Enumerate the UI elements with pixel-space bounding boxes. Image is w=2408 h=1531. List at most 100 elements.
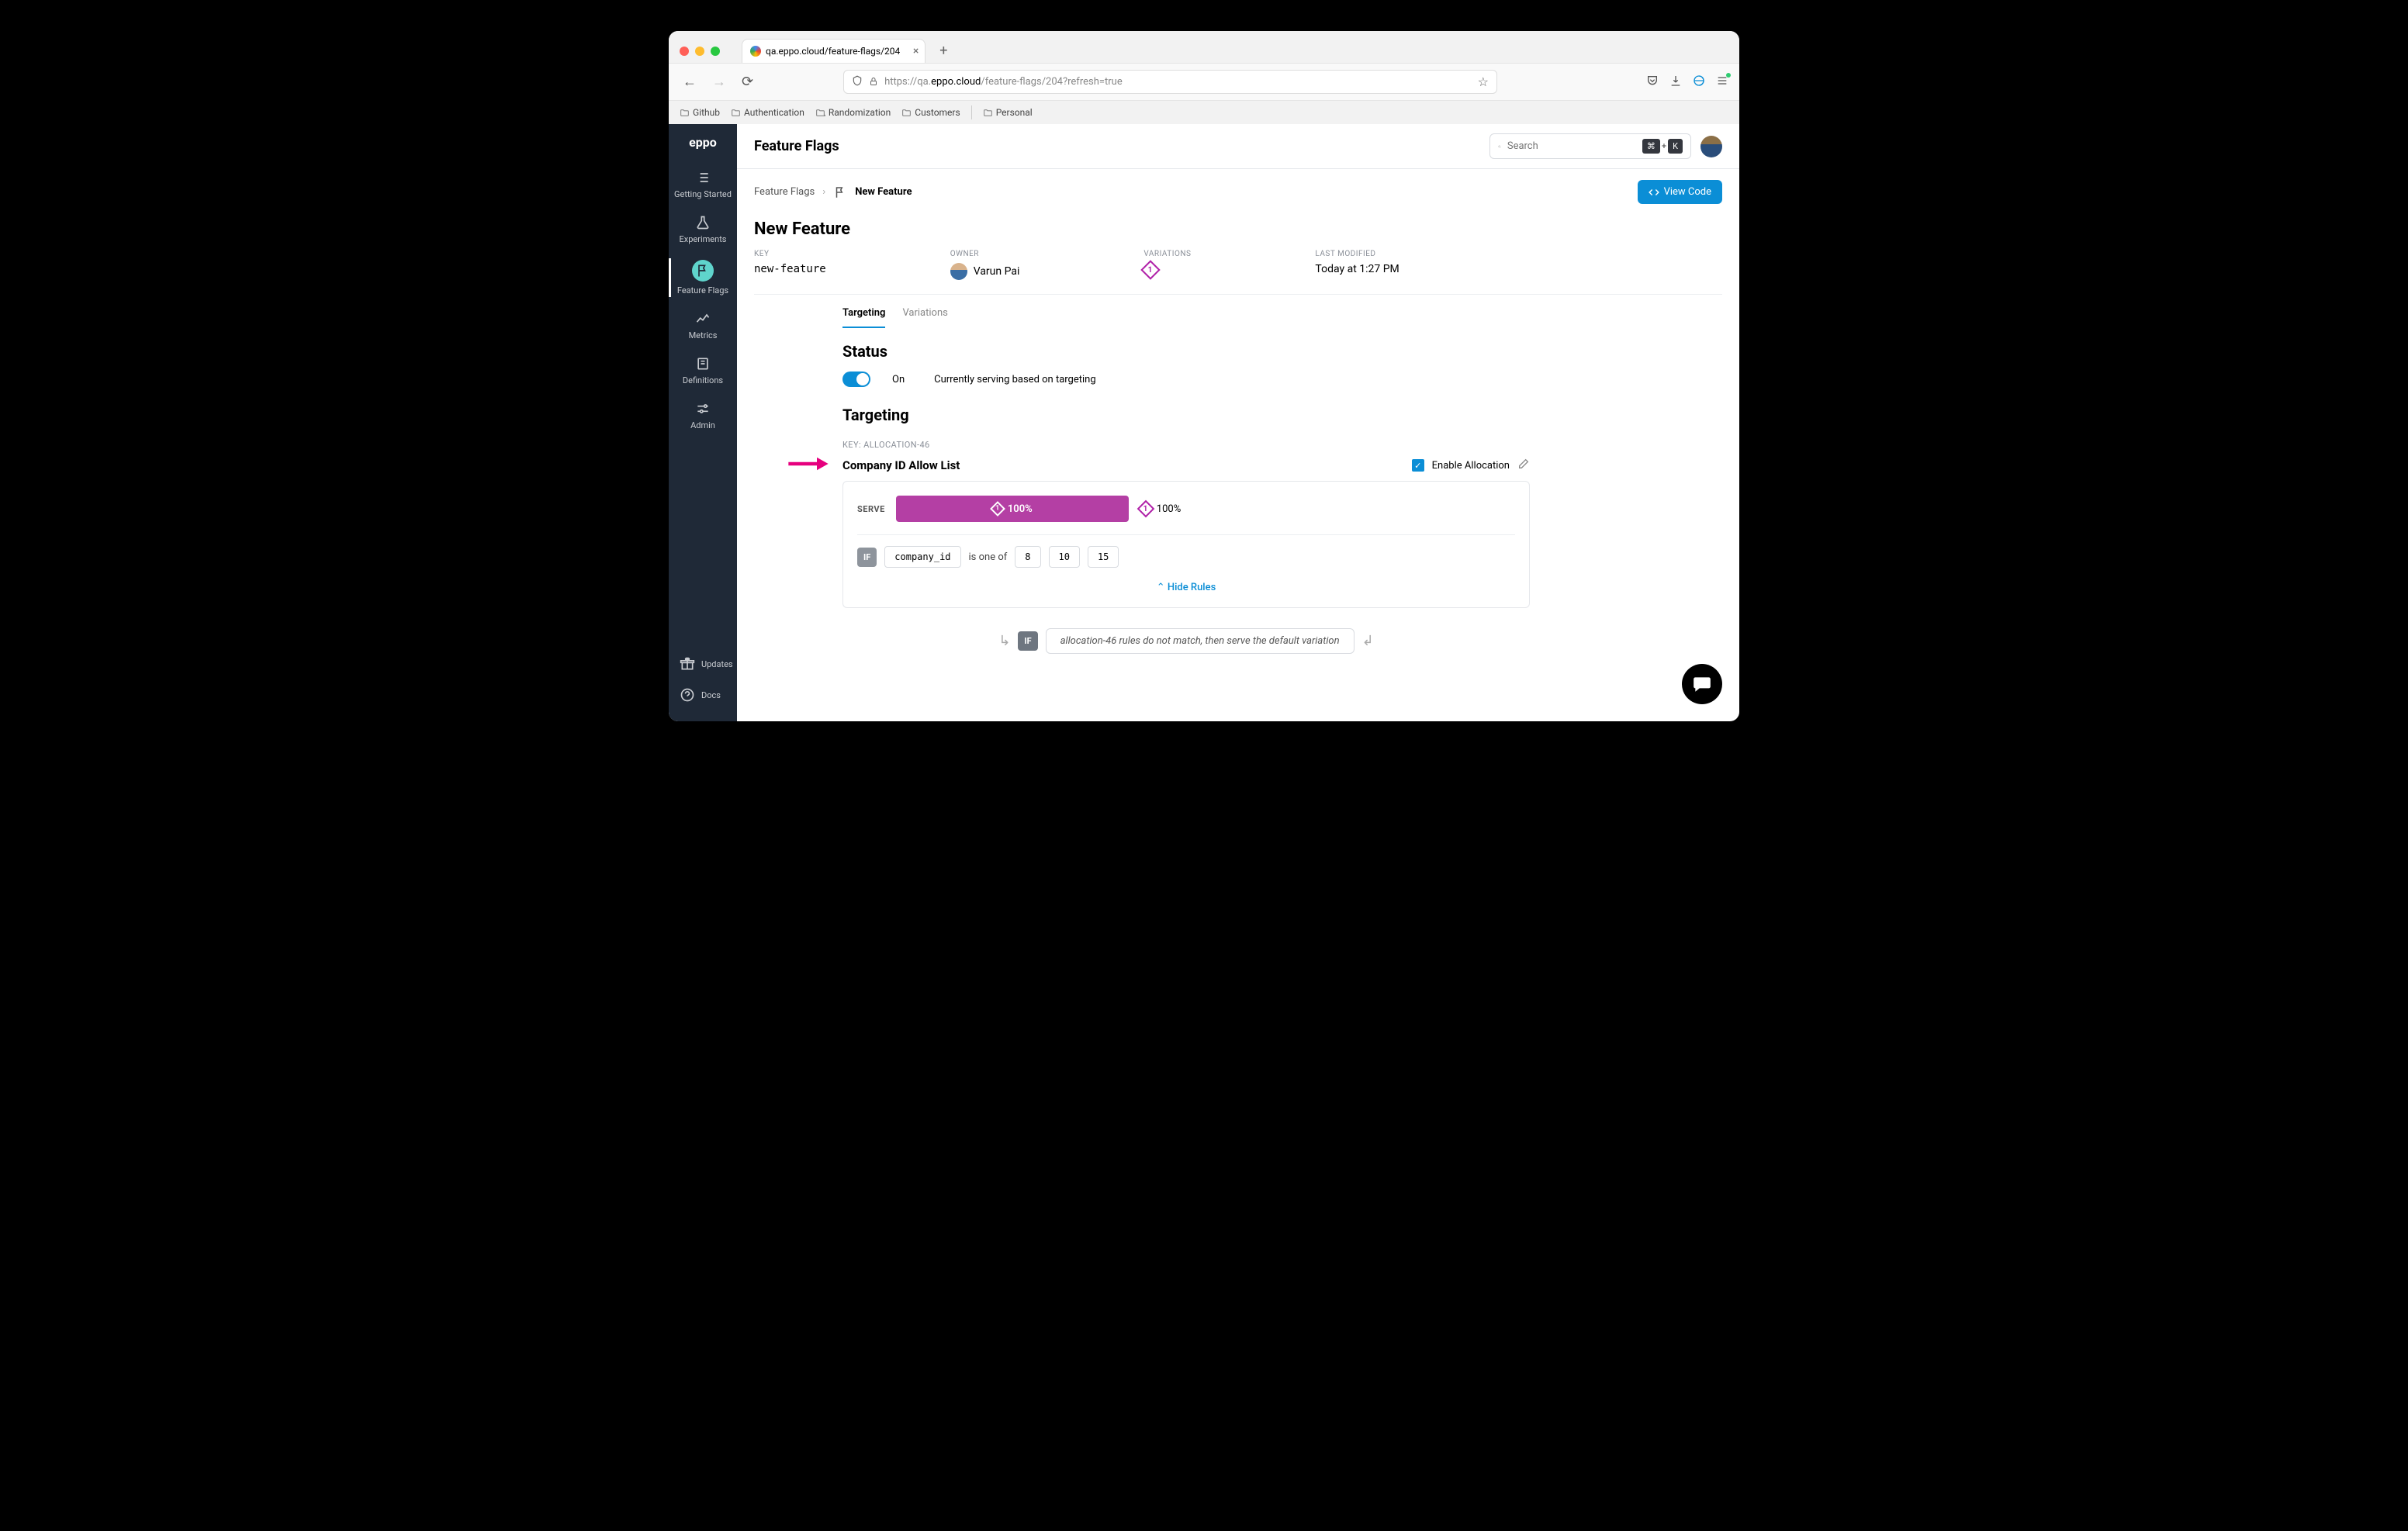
- bookmark-star-icon[interactable]: ☆: [1478, 74, 1489, 89]
- favicon-icon: [750, 46, 761, 57]
- view-code-button[interactable]: View Code: [1638, 180, 1722, 204]
- lock-icon: [869, 74, 878, 89]
- search-input[interactable]: ⌘+K: [1489, 133, 1691, 159]
- tab-variations[interactable]: Variations: [902, 307, 947, 328]
- meta-key-value: new-feature: [754, 263, 826, 275]
- meta-modified-value: Today at 1:27 PM: [1315, 263, 1399, 275]
- rule-value: 10: [1049, 546, 1080, 568]
- sidebar-item-feature-flags[interactable]: Feature Flags: [669, 252, 737, 303]
- forward-button[interactable]: →: [709, 71, 729, 93]
- sidebar: eppo Getting Started Experiments Feature…: [669, 124, 737, 721]
- flag-icon: [692, 260, 714, 282]
- sidebar-item-label: Definitions: [683, 375, 723, 385]
- code-icon: [1649, 187, 1659, 198]
- edit-icon[interactable]: [1517, 458, 1530, 473]
- browser-tab[interactable]: qa.eppo.cloud/feature-flags/204 ×: [742, 39, 925, 63]
- pocket-icon[interactable]: [1646, 74, 1659, 90]
- help-icon: [680, 687, 695, 703]
- close-window[interactable]: [680, 47, 689, 56]
- variation-icon: 1: [990, 501, 1005, 517]
- sliders-icon: [695, 401, 711, 416]
- download-icon[interactable]: [1669, 74, 1682, 90]
- flag-icon: [833, 185, 847, 199]
- sidebar-item-label: Experiments: [680, 234, 727, 244]
- tab-targeting[interactable]: Targeting: [842, 307, 885, 328]
- sidebar-item-label: Getting Started: [674, 189, 732, 199]
- page-heading: Feature Flags: [754, 138, 839, 154]
- allocation-key: KEY: ALLOCATION-46: [842, 440, 1530, 450]
- bookmark-customers[interactable]: Customers: [901, 107, 960, 118]
- sidebar-item-label: Admin: [690, 420, 715, 430]
- gift-icon: [680, 656, 695, 672]
- arrow-annotation-icon: [787, 455, 830, 472]
- tab-close-icon[interactable]: ×: [913, 45, 919, 57]
- bookmark-personal[interactable]: Personal: [983, 107, 1033, 118]
- owner-avatar: [950, 263, 967, 280]
- chevron-right-icon: ›: [822, 186, 825, 198]
- reload-button[interactable]: ⟳: [739, 71, 756, 93]
- maximize-window[interactable]: [711, 47, 720, 56]
- breadcrumb-current: New Feature: [855, 186, 912, 198]
- status-description: Currently serving based on targeting: [934, 374, 1096, 385]
- flask-icon: [695, 215, 711, 230]
- url-text: https://qa.eppo.cloud/feature-flags/204?…: [884, 76, 1123, 88]
- search-shortcut: ⌘+K: [1642, 139, 1683, 154]
- minimize-window[interactable]: [695, 47, 704, 56]
- chat-icon: [1692, 674, 1712, 694]
- if-badge: IF: [857, 548, 877, 567]
- corner-arrow-icon: ↳: [998, 633, 1010, 649]
- allocation-card: SERVE 1 100% 1 100%: [842, 481, 1530, 608]
- serve-bar: 1 100%: [896, 496, 1129, 522]
- user-avatar[interactable]: [1700, 136, 1722, 157]
- status-toggle[interactable]: [842, 372, 870, 387]
- rule-row: IF company_id is one of 8 10 15: [857, 535, 1515, 568]
- sidebar-item-label: Updates: [701, 659, 733, 669]
- bookmark-randomization[interactable]: Randomization: [815, 107, 891, 118]
- bookmark-github[interactable]: Github: [680, 107, 720, 118]
- sidebar-item-metrics[interactable]: Metrics: [669, 303, 737, 348]
- sidebar-item-label: Feature Flags: [677, 285, 728, 295]
- search-icon: [1498, 141, 1501, 152]
- rule-value: 15: [1088, 546, 1119, 568]
- meta-owner-label: OWNER: [950, 250, 1020, 258]
- sidebar-item-label: Metrics: [689, 330, 718, 340]
- sidebar-item-admin[interactable]: Admin: [669, 393, 737, 438]
- menu-icon[interactable]: [1716, 74, 1728, 90]
- bookmark-authentication[interactable]: Authentication: [731, 107, 804, 118]
- feature-tabs: Targeting Variations: [754, 295, 1722, 328]
- rule-operator: is one of: [969, 551, 1008, 563]
- breadcrumb: Feature Flags › New Feature: [754, 185, 912, 199]
- rule-value: 8: [1015, 546, 1040, 568]
- url-bar[interactable]: https://qa.eppo.cloud/feature-flags/204?…: [843, 70, 1497, 94]
- corner-arrow-icon: ↲: [1362, 633, 1374, 649]
- feature-title: New Feature: [754, 219, 1722, 239]
- book-icon: [695, 356, 711, 372]
- sidebar-item-getting-started[interactable]: Getting Started: [669, 162, 737, 207]
- sidebar-item-updates[interactable]: Updates: [669, 648, 737, 679]
- allocation-name: Company ID Allow List: [842, 458, 960, 472]
- serve-label: SERVE: [857, 504, 885, 514]
- sidebar-item-experiments[interactable]: Experiments: [669, 207, 737, 252]
- extension-icon[interactable]: [1693, 74, 1705, 90]
- breadcrumb-root[interactable]: Feature Flags: [754, 186, 815, 198]
- browser-chrome: qa.eppo.cloud/feature-flags/204 × + ← → …: [669, 31, 1739, 124]
- if-badge: IF: [1018, 631, 1037, 651]
- variation-icon: 1: [1137, 500, 1154, 518]
- default-rule: ↳ IF allocation-46 rules do not match, t…: [842, 628, 1530, 654]
- hide-rules-button[interactable]: ⌃ Hide Rules: [1157, 582, 1216, 593]
- search-field[interactable]: [1507, 140, 1636, 152]
- feature-meta: KEY new-feature OWNER Varun Pai VARIATIO…: [754, 250, 1722, 295]
- meta-variations-label: VARIATIONS: [1143, 250, 1191, 258]
- targeting-heading: Targeting: [842, 406, 1530, 424]
- enable-allocation-checkbox[interactable]: ✓: [1412, 459, 1424, 472]
- new-tab-button[interactable]: +: [932, 43, 955, 59]
- back-button[interactable]: ←: [680, 71, 700, 93]
- sidebar-item-definitions[interactable]: Definitions: [669, 348, 737, 393]
- meta-modified-label: LAST MODIFIED: [1315, 250, 1399, 258]
- sidebar-item-docs[interactable]: Docs: [669, 679, 737, 710]
- variation-icon: 1: [1141, 260, 1161, 279]
- chat-fab[interactable]: [1682, 664, 1722, 704]
- meta-key-label: KEY: [754, 250, 826, 258]
- serve-percent: 100%: [1157, 503, 1181, 515]
- app-header: Feature Flags ⌘+K: [737, 124, 1739, 169]
